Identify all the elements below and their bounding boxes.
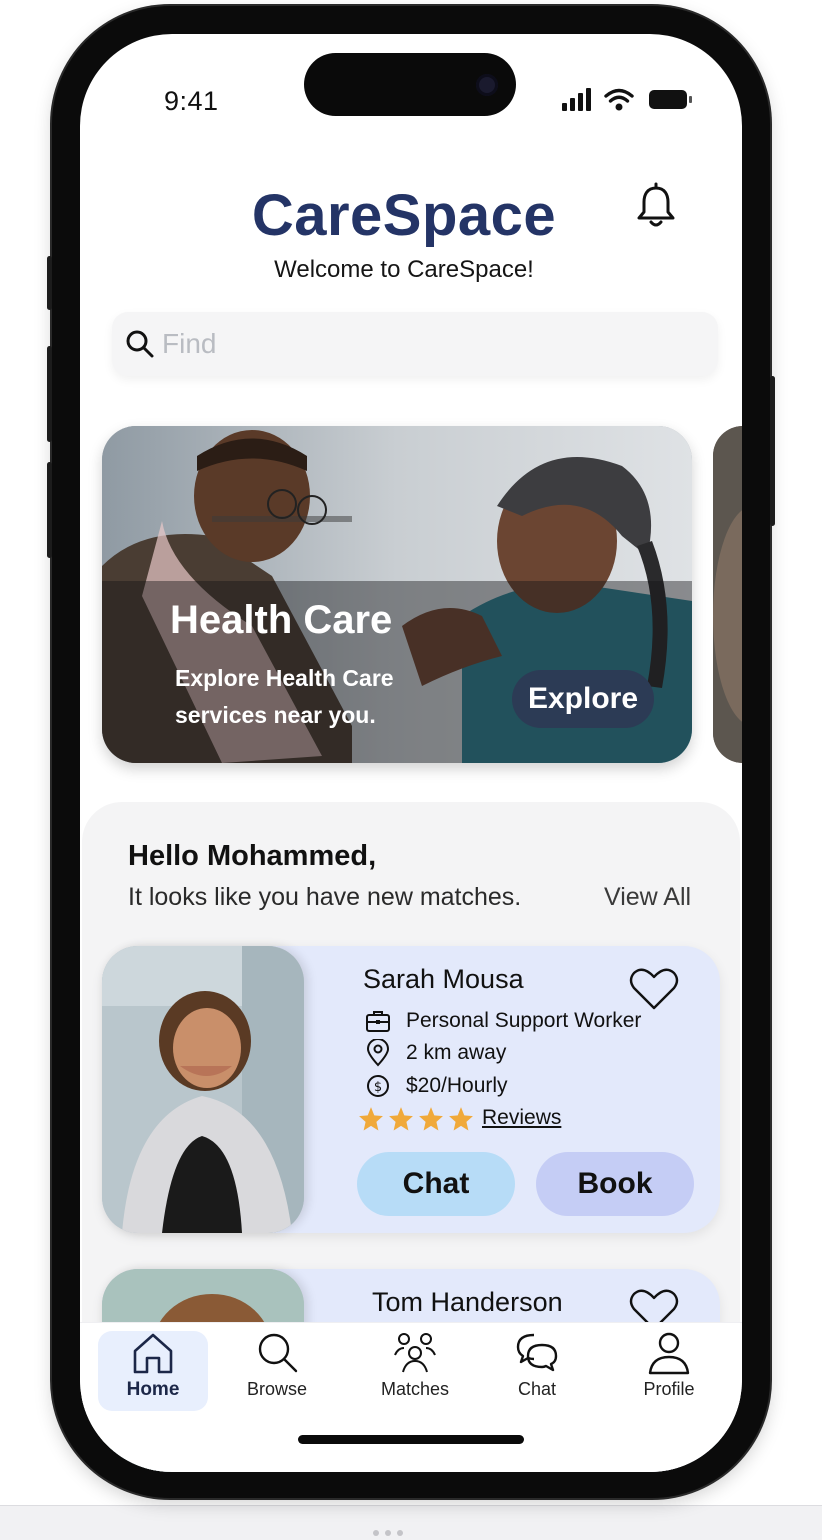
search-icon bbox=[126, 330, 154, 358]
home-icon bbox=[133, 1333, 173, 1374]
signal-icon bbox=[562, 88, 591, 111]
match-name: Tom Handerson bbox=[372, 1287, 563, 1317]
search-input[interactable] bbox=[162, 324, 682, 364]
status-icons bbox=[562, 88, 692, 111]
status-time: 9:41 bbox=[164, 86, 219, 116]
tab-label: Matches bbox=[380, 1379, 450, 1399]
match-distance: 2 km away bbox=[406, 1041, 507, 1064]
view-all-link[interactable]: View All bbox=[604, 883, 691, 912]
match-card[interactable]: Sarah Mousa Personal Support Worker 2 km… bbox=[102, 946, 720, 1233]
search-bar[interactable] bbox=[112, 312, 718, 376]
bottom-tab-bar: Home Browse Matches Chat Profile bbox=[80, 1322, 742, 1472]
location-pin-icon bbox=[366, 1039, 390, 1067]
tab-label: Profile bbox=[643, 1379, 695, 1399]
matches-subtitle: It looks like you have new matches. bbox=[128, 883, 522, 911]
greeting-text: Hello Mohammed, bbox=[128, 840, 377, 872]
bell-icon[interactable] bbox=[634, 182, 678, 230]
star-icon bbox=[389, 1107, 413, 1131]
tab-chat[interactable]: Chat bbox=[482, 1331, 592, 1411]
app-screen: 9:41 CareSpace Welcome to CareSpace! Fin… bbox=[80, 34, 742, 1472]
search-icon bbox=[258, 1333, 298, 1373]
next-banner-photo bbox=[713, 426, 742, 763]
explore-button[interactable]: Explore bbox=[512, 670, 654, 728]
match-name: Sarah Mousa bbox=[363, 964, 524, 994]
match-photo bbox=[102, 946, 304, 1233]
home-indicator[interactable] bbox=[298, 1435, 524, 1444]
app-title: CareSpace bbox=[251, 183, 557, 248]
dollar-icon: $ bbox=[367, 1075, 389, 1097]
wifi-icon bbox=[604, 88, 634, 103]
star-icon bbox=[449, 1107, 473, 1131]
match-role: Personal Support Worker bbox=[406, 1009, 642, 1032]
star-icon bbox=[359, 1107, 383, 1131]
distance-row: 2 km away bbox=[364, 1038, 506, 1068]
health-care-banner[interactable]: Health Care Explore Health Care services… bbox=[102, 426, 692, 763]
tab-profile[interactable]: Profile bbox=[614, 1331, 724, 1411]
reviews-link[interactable]: Reviews bbox=[482, 1106, 561, 1130]
briefcase-icon bbox=[366, 1011, 390, 1032]
volume-down-button bbox=[47, 462, 52, 558]
window-bottom-bar bbox=[0, 1505, 822, 1540]
people-icon bbox=[394, 1333, 436, 1373]
tab-matches[interactable]: Matches bbox=[360, 1331, 470, 1411]
tab-home[interactable]: Home bbox=[98, 1331, 208, 1411]
match-rate: $20/Hourly bbox=[406, 1074, 508, 1097]
camera-icon bbox=[476, 74, 498, 96]
book-button[interactable]: Book bbox=[536, 1152, 694, 1216]
tab-label: Home bbox=[126, 1379, 180, 1400]
power-button bbox=[770, 376, 775, 526]
star-icon bbox=[419, 1107, 443, 1131]
resize-grip[interactable] bbox=[373, 1530, 407, 1536]
dynamic-island bbox=[304, 53, 516, 116]
rate-row: $ $20/Hourly bbox=[364, 1071, 508, 1101]
banner-title: Health Care bbox=[170, 598, 393, 642]
next-banner-card[interactable] bbox=[713, 426, 742, 763]
chat-bubbles-icon bbox=[516, 1333, 558, 1372]
role-row: Personal Support Worker bbox=[364, 1006, 641, 1036]
person-icon bbox=[648, 1332, 690, 1375]
chat-button[interactable]: Chat bbox=[357, 1152, 515, 1216]
svg-text:$: $ bbox=[374, 1080, 382, 1095]
tab-label: Chat bbox=[517, 1379, 557, 1399]
battery-icon bbox=[649, 90, 692, 109]
banner-subtitle: Explore Health Care services near you. bbox=[175, 665, 394, 728]
rating-stars bbox=[358, 1106, 474, 1132]
tab-label: Browse bbox=[246, 1379, 308, 1399]
mute-switch bbox=[47, 256, 52, 310]
welcome-text: Welcome to CareSpace! bbox=[274, 256, 534, 283]
tab-browse[interactable]: Browse bbox=[222, 1331, 332, 1411]
volume-up-button bbox=[47, 346, 52, 442]
